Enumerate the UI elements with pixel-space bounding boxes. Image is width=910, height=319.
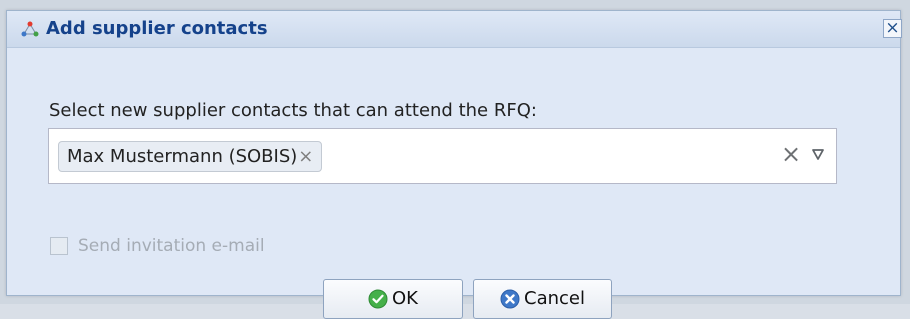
send-invitation-row: Send invitation e-mail xyxy=(50,235,265,257)
screen-background: Add supplier contacts × Select new suppl… xyxy=(0,0,910,319)
ok-button-label: OK xyxy=(392,288,418,309)
send-invitation-label: Send invitation e-mail xyxy=(78,236,265,256)
send-invitation-checkbox[interactable] xyxy=(50,237,68,255)
remove-contact-icon[interactable]: × xyxy=(298,147,313,166)
contact-selection-prompt: Select new supplier contacts that can at… xyxy=(49,100,537,121)
selected-contact-label: Max Mustermann (SOBIS) xyxy=(67,145,298,167)
dialog-titlebar[interactable]: Add supplier contacts × xyxy=(7,11,902,48)
chevron-down-icon[interactable] xyxy=(810,146,826,162)
check-circle-icon xyxy=(368,289,388,309)
selected-contact-token[interactable]: Max Mustermann (SOBIS) × xyxy=(58,141,323,172)
close-icon: × xyxy=(885,18,900,38)
close-dialog-button[interactable]: × xyxy=(883,19,902,38)
cancel-button[interactable]: Cancel xyxy=(473,279,612,319)
add-supplier-contacts-dialog: Add supplier contacts × Select new suppl… xyxy=(6,10,902,319)
clear-icon[interactable]: × xyxy=(781,142,801,166)
supplier-contacts-selector[interactable]: Max Mustermann (SOBIS) × × xyxy=(48,128,837,184)
dialog-title: Add supplier contacts xyxy=(46,18,268,39)
ok-button[interactable]: OK xyxy=(323,279,463,319)
cancel-button-label: Cancel xyxy=(524,288,585,309)
triangle-network-icon xyxy=(21,21,39,37)
cancel-circle-icon xyxy=(500,289,520,309)
dialog-body: Select new supplier contacts that can at… xyxy=(7,48,900,319)
